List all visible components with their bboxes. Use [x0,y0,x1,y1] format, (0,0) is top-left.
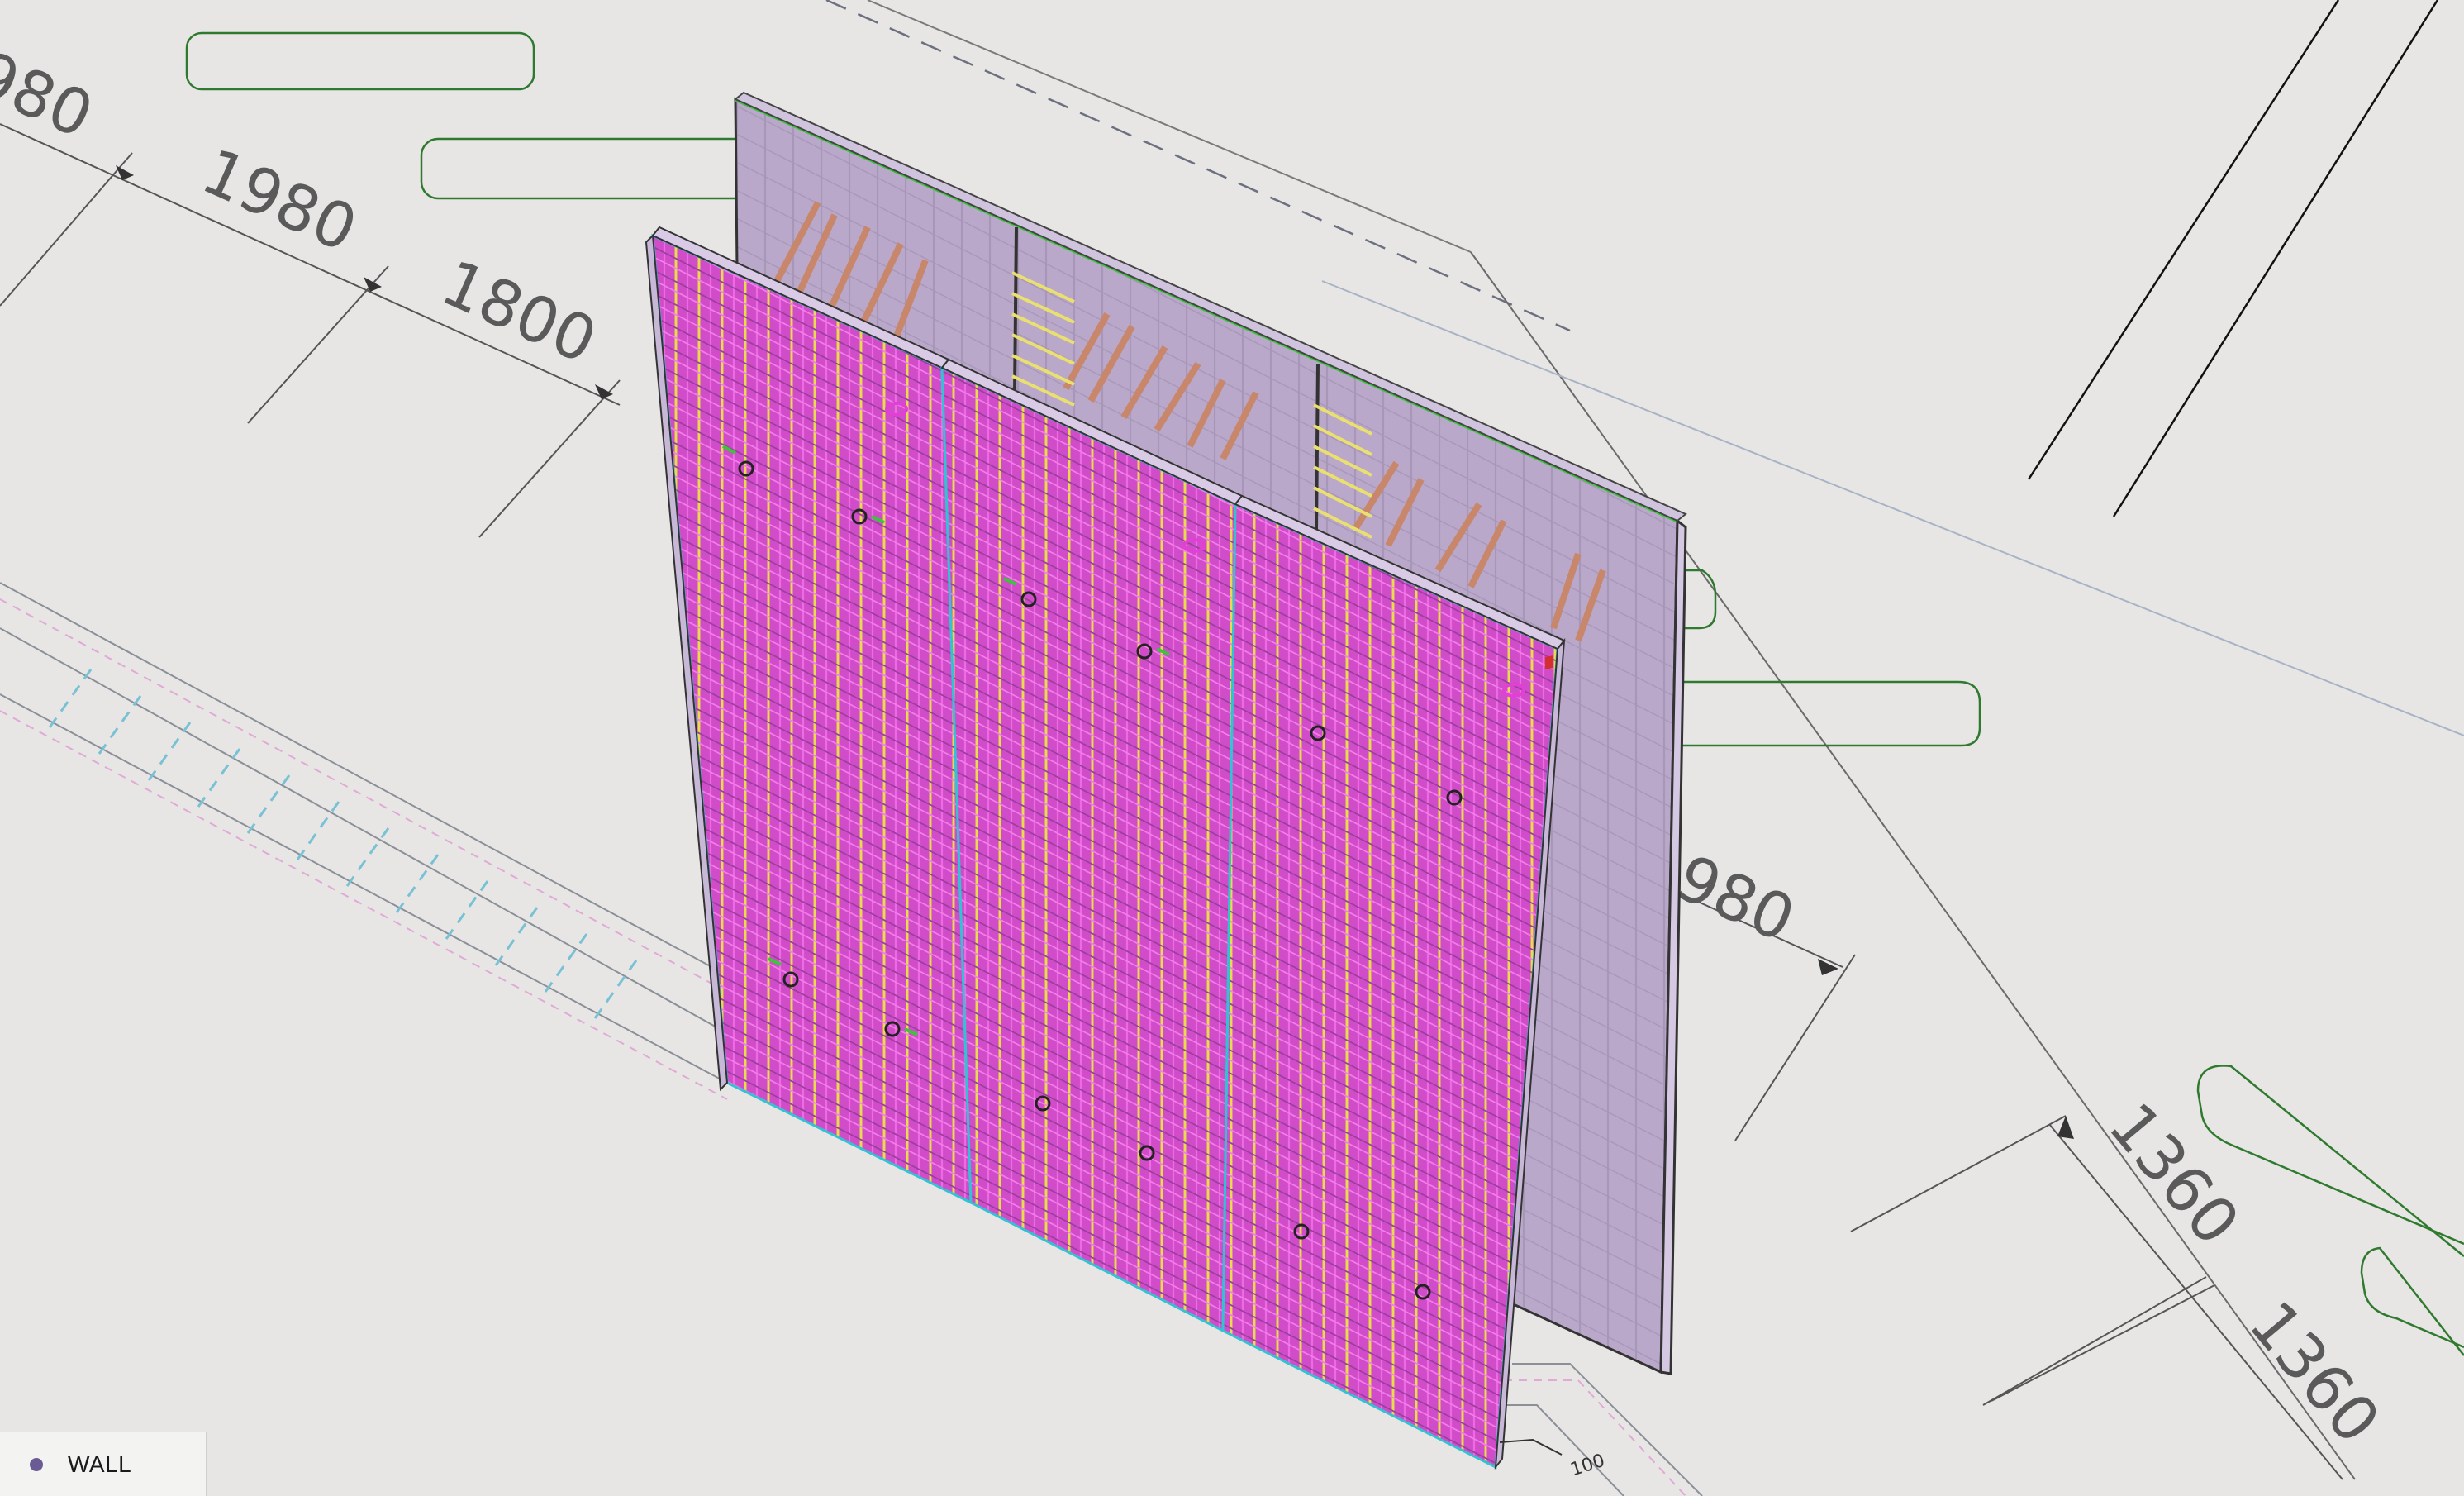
dim-label-bottom-right-1: 1360 [2095,1089,2254,1259]
corner-footing [1487,1363,1703,1496]
callout-leader [1499,1438,1563,1456]
legend: WALL [0,1432,207,1496]
dim-label-top-2: 1980 [192,134,368,266]
model-viewport[interactable]: 980 1980 1800 1980 1360 1360 100 [0,0,2464,1496]
dim-label-bottom-right-2: 1360 [2235,1288,2395,1457]
strip-footing [0,582,728,1100]
legend-label: WALL [68,1451,132,1477]
dim-label-top-3: 1800 [431,245,607,378]
dim-small-tag: 100 [1568,1451,1608,1481]
legend-dot-icon [30,1457,43,1471]
wall-panel-left[interactable] [651,233,973,1205]
dim-label-top-1: 980 [0,36,103,152]
wall-panel-middle[interactable] [940,365,1237,1333]
